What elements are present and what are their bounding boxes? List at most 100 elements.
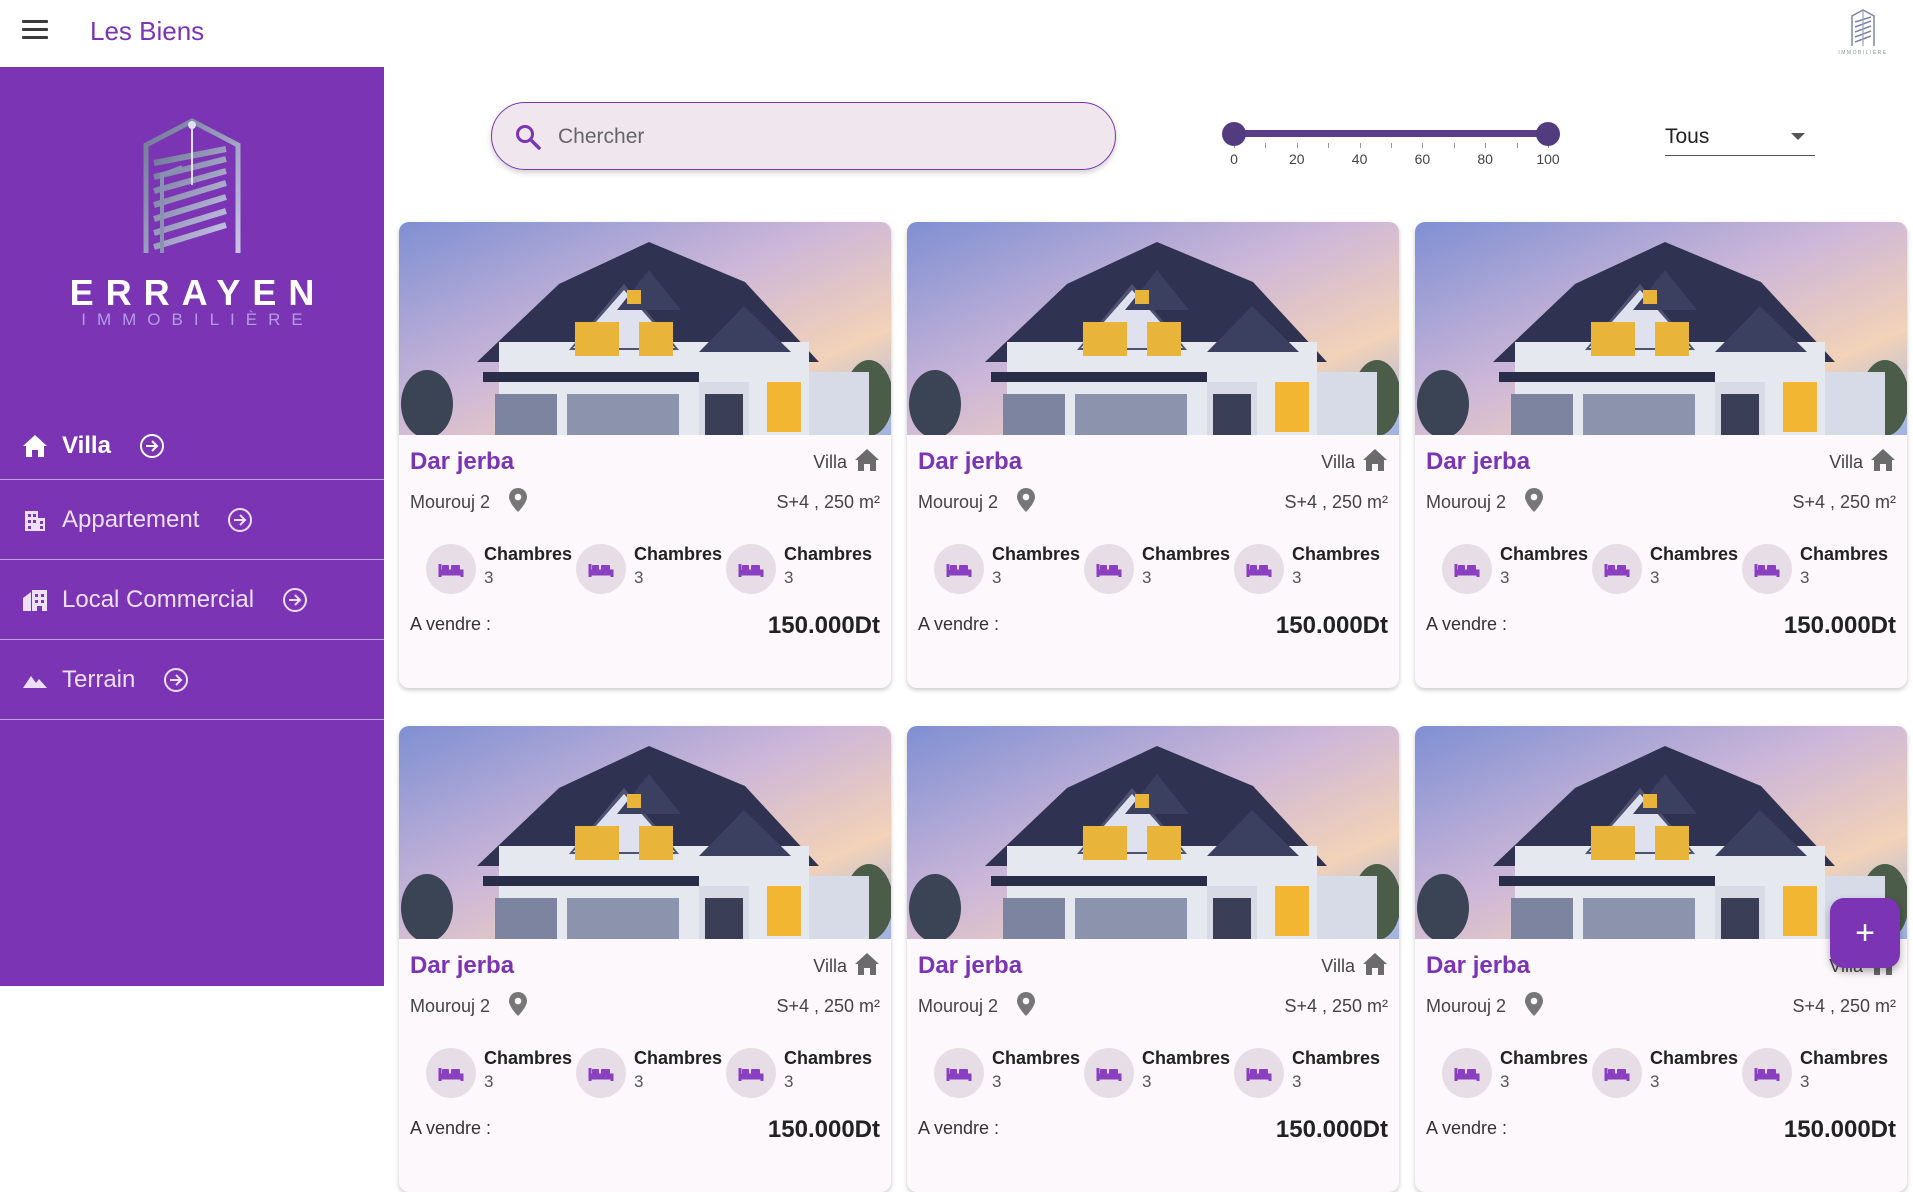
feature-item: Chambres 3 bbox=[1592, 1044, 1742, 1100]
bed-icon bbox=[1234, 544, 1284, 594]
sidebar-item-label: Terrain bbox=[62, 665, 136, 693]
feature-value: 3 bbox=[1650, 568, 1660, 587]
sidebar-item-local-commercial[interactable]: Local Commercial bbox=[0, 560, 384, 640]
property-card[interactable]: Dar jerba Villa Mourouj 2 S+4 , 250 m² C… bbox=[399, 222, 891, 688]
feature-label: Chambres bbox=[784, 544, 873, 564]
menu-icon[interactable] bbox=[22, 20, 48, 42]
type-select[interactable]: Tous bbox=[1665, 118, 1815, 156]
property-image bbox=[907, 726, 1399, 939]
property-price: 150.000Dt bbox=[1783, 612, 1896, 639]
property-spec: S+4 , 250 m² bbox=[1792, 996, 1896, 1016]
property-image bbox=[399, 222, 891, 435]
arrow-circle-right-icon[interactable] bbox=[227, 507, 253, 533]
slider-tick bbox=[1453, 143, 1455, 148]
property-card[interactable]: Dar jerba Villa Mourouj 2 S+4 , 250 m² C… bbox=[907, 222, 1399, 688]
property-location: Mourouj 2 bbox=[410, 996, 491, 1016]
type-select-value: Tous bbox=[1665, 125, 1710, 148]
feature-item: Chambres 3 bbox=[576, 1044, 726, 1100]
slider-tick bbox=[1296, 143, 1298, 148]
property-spec: S+4 , 250 m² bbox=[1284, 492, 1388, 512]
property-price: 150.000Dt bbox=[1275, 612, 1388, 639]
add-property-button[interactable]: + bbox=[1830, 898, 1900, 968]
feature-value: 3 bbox=[1800, 1072, 1810, 1091]
chevron-down-icon bbox=[1791, 133, 1805, 140]
bed-icon bbox=[426, 1048, 476, 1098]
property-title: Dar jerba bbox=[410, 952, 515, 979]
feature-item: Chambres 3 bbox=[1742, 540, 1892, 596]
search-icon bbox=[514, 123, 542, 151]
slider-tick bbox=[1485, 143, 1487, 148]
feature-label: Chambres bbox=[1650, 1048, 1739, 1068]
arrow-circle-right-icon[interactable] bbox=[282, 587, 308, 613]
home-icon bbox=[854, 448, 880, 474]
property-title: Dar jerba bbox=[410, 448, 515, 475]
slider-track[interactable] bbox=[1234, 130, 1548, 137]
feature-item: Chambres 3 bbox=[1234, 540, 1384, 596]
feature-value: 3 bbox=[484, 1072, 494, 1091]
feature-label: Chambres bbox=[992, 1048, 1081, 1068]
property-status: A vendre : bbox=[918, 1118, 1000, 1138]
feature-label: Chambres bbox=[1800, 544, 1889, 564]
feature-item: Chambres 3 bbox=[1442, 540, 1592, 596]
slider-tick bbox=[1516, 143, 1518, 148]
feature-label: Chambres bbox=[484, 544, 573, 564]
home-icon bbox=[22, 433, 48, 459]
feature-item: Chambres 3 bbox=[726, 540, 876, 596]
sidebar-item-label: Local Commercial bbox=[62, 585, 255, 613]
location-pin-icon bbox=[1523, 487, 1545, 513]
arrow-circle-right-icon[interactable] bbox=[139, 433, 165, 459]
property-card[interactable]: Dar jerba Villa Mourouj 2 S+4 , 250 m² C… bbox=[1415, 222, 1907, 688]
property-status: A vendre : bbox=[410, 614, 492, 634]
feature-label: Chambres bbox=[1142, 544, 1231, 564]
slider-tick-label: 100 bbox=[1536, 151, 1560, 167]
price-range-slider[interactable]: 0 20 40 60 80 100 bbox=[1222, 118, 1560, 178]
bed-icon bbox=[1442, 1048, 1492, 1098]
feature-value: 3 bbox=[1800, 568, 1810, 587]
feature-label: Chambres bbox=[1292, 544, 1381, 564]
slider-ticks: 0 20 40 60 80 100 bbox=[1230, 143, 1560, 167]
slider-thumb-max[interactable] bbox=[1536, 122, 1560, 146]
feature-value: 3 bbox=[784, 1072, 794, 1091]
feature-value: 3 bbox=[634, 568, 644, 587]
feature-label: Chambres bbox=[1142, 1048, 1231, 1068]
property-type: Villa bbox=[1321, 452, 1355, 472]
property-spec: S+4 , 250 m² bbox=[1284, 996, 1388, 1016]
feature-value: 3 bbox=[784, 568, 794, 587]
landscape-icon bbox=[22, 667, 48, 693]
sidebar: ERRAYEN IMMOBILIÈRE Villa Appartement Lo… bbox=[0, 67, 384, 986]
feature-item: Chambres 3 bbox=[1442, 1044, 1592, 1100]
arrow-circle-right-icon[interactable] bbox=[163, 667, 189, 693]
feature-item: Chambres 3 bbox=[576, 540, 726, 596]
property-price: 150.000Dt bbox=[767, 1116, 880, 1143]
slider-tick-label: 20 bbox=[1289, 151, 1305, 167]
bed-icon bbox=[1084, 1048, 1134, 1098]
slider-tick-label: 80 bbox=[1477, 151, 1493, 167]
search-input[interactable] bbox=[558, 121, 1078, 153]
bed-icon bbox=[1084, 544, 1134, 594]
slider-tick bbox=[1359, 143, 1361, 148]
property-card[interactable]: Dar jerba Villa Mourouj 2 S+4 , 250 m² C… bbox=[399, 726, 891, 1192]
sidebar-item-terrain[interactable]: Terrain bbox=[0, 640, 384, 720]
top-app-bar: Les Biens IMMOBILIÈRE bbox=[0, 0, 1913, 67]
building-logo-icon bbox=[143, 118, 241, 253]
search-bar[interactable] bbox=[491, 102, 1116, 170]
feature-value: 3 bbox=[1650, 1072, 1660, 1091]
property-status: A vendre : bbox=[1426, 1118, 1508, 1138]
feature-item: Chambres 3 bbox=[934, 540, 1084, 596]
bed-icon bbox=[1442, 544, 1492, 594]
slider-thumb-min[interactable] bbox=[1222, 122, 1246, 146]
property-price: 150.000Dt bbox=[1783, 1116, 1896, 1143]
property-title: Dar jerba bbox=[918, 952, 1023, 979]
feature-item: Chambres 3 bbox=[1084, 540, 1234, 596]
property-card[interactable]: Dar jerba Villa Mourouj 2 S+4 , 250 m² C… bbox=[907, 726, 1399, 1192]
sidebar-item-villa[interactable]: Villa bbox=[0, 413, 384, 480]
sidebar-item-appartement[interactable]: Appartement bbox=[0, 480, 384, 560]
building-logo-icon bbox=[1851, 9, 1875, 46]
page-title: Les Biens bbox=[90, 16, 205, 46]
feature-label: Chambres bbox=[1500, 544, 1589, 564]
home-icon bbox=[1362, 448, 1388, 474]
brand-subtitle: IMMOBILIÈRE bbox=[81, 310, 314, 329]
slider-tick bbox=[1422, 143, 1424, 148]
property-status: A vendre : bbox=[918, 614, 1000, 634]
feature-value: 3 bbox=[1500, 568, 1510, 587]
